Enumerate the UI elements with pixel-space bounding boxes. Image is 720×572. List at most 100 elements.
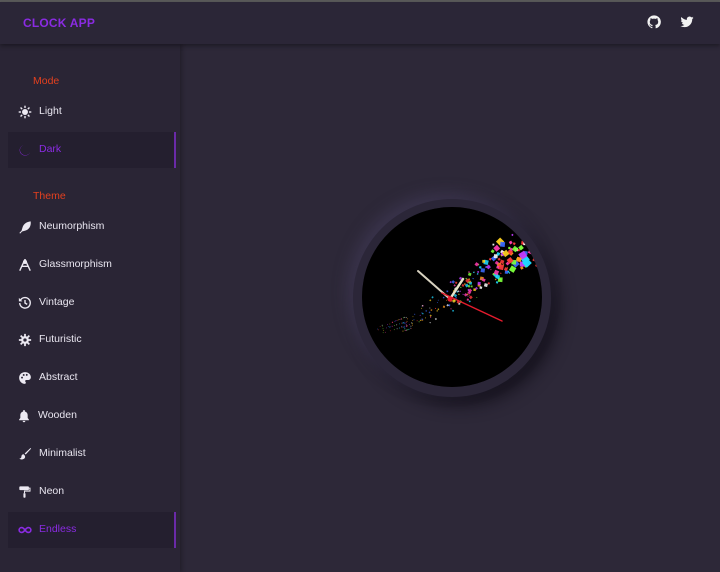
- particle: [399, 323, 400, 325]
- particle: [398, 327, 401, 329]
- particle: [429, 299, 432, 302]
- particle: [490, 249, 495, 254]
- particle: [470, 285, 473, 288]
- particle: [446, 304, 449, 307]
- twitter-icon[interactable]: [680, 15, 694, 29]
- particle: [468, 294, 470, 296]
- particle: [428, 311, 431, 314]
- infinity-icon: [18, 526, 32, 534]
- particle: [460, 286, 462, 289]
- particle: [442, 305, 446, 308]
- particle: [408, 328, 410, 331]
- app-title[interactable]: CLOCK APP: [23, 16, 95, 30]
- particle: [476, 296, 478, 299]
- particle: [382, 328, 384, 330]
- particle: [420, 307, 423, 309]
- sidebar-item-glassmorphism[interactable]: Glassmorphism: [8, 247, 176, 283]
- github-icon[interactable]: [647, 15, 661, 29]
- sidebar-item-label: Light: [39, 105, 62, 117]
- particle: [405, 316, 407, 319]
- particle: [391, 325, 393, 327]
- particle: [519, 266, 524, 270]
- particle: [519, 231, 521, 233]
- particle: [434, 307, 437, 310]
- sidebar-item-minimalist[interactable]: Minimalist: [8, 436, 176, 472]
- sidebar-item-neon[interactable]: Neon: [8, 474, 176, 510]
- particle: [424, 317, 427, 319]
- particle: [523, 241, 528, 246]
- particle: [429, 307, 431, 309]
- sidebar: Mode Light Dark Theme Neumorphism Glassm…: [0, 44, 180, 572]
- particle: [404, 322, 406, 325]
- particle: [414, 313, 416, 315]
- particle: [385, 327, 387, 329]
- particle: [394, 320, 396, 322]
- particle: [532, 258, 536, 262]
- sidebar-item-light[interactable]: Light: [8, 94, 176, 130]
- sidebar-item-neumorphism[interactable]: Neumorphism: [8, 209, 176, 245]
- particle: [393, 325, 395, 327]
- sidebar-item-vintage[interactable]: Vintage: [8, 285, 176, 321]
- particle: [388, 326, 390, 328]
- sidebar-item-abstract[interactable]: Abstract: [8, 360, 176, 396]
- bell-icon: [19, 410, 29, 423]
- particle: [419, 314, 421, 316]
- particle: [384, 331, 386, 333]
- sidebar-item-endless[interactable]: Endless: [8, 512, 176, 548]
- particle: [517, 249, 520, 252]
- sun-icon: [18, 105, 32, 119]
- particle: [401, 325, 403, 327]
- particle: [483, 283, 488, 288]
- clock-face: [362, 207, 542, 387]
- particle: [508, 272, 511, 274]
- particle: [406, 329, 409, 331]
- particle: [511, 233, 514, 237]
- particle: [389, 330, 391, 332]
- moon-icon: [19, 145, 31, 156]
- sidebar-item-futuristic[interactable]: Futuristic: [8, 322, 176, 358]
- particle: [410, 325, 412, 327]
- particle: [508, 240, 513, 245]
- particle: [429, 314, 432, 317]
- particle: [472, 277, 474, 280]
- particle: [468, 271, 470, 273]
- particle: [405, 329, 407, 331]
- particle: [416, 320, 418, 322]
- particle: [453, 284, 456, 287]
- sidebar-item-dark[interactable]: Dark: [8, 132, 176, 168]
- particle: [500, 272, 502, 275]
- particle: [480, 268, 486, 273]
- particle: [419, 319, 422, 322]
- particle: [377, 329, 379, 331]
- particle: [477, 271, 480, 273]
- palette-icon: [19, 372, 31, 384]
- particle: [446, 290, 449, 293]
- particle: [395, 319, 397, 322]
- sidebar-item-wooden[interactable]: Wooden: [8, 398, 176, 434]
- particle: [535, 261, 542, 269]
- particle: [457, 290, 460, 293]
- particle: [467, 272, 472, 277]
- particle: [516, 256, 522, 263]
- particle: [436, 302, 438, 303]
- particle: [425, 310, 428, 312]
- particle: [508, 246, 511, 250]
- particle: [442, 296, 445, 299]
- particle: [531, 249, 540, 259]
- particle-clock: [376, 227, 542, 334]
- particle: [387, 324, 388, 326]
- particle: [467, 295, 469, 297]
- sidebar-item-label: Dark: [39, 143, 62, 155]
- glass-icon: [19, 259, 31, 271]
- particle: [404, 325, 406, 327]
- particle: [466, 298, 469, 301]
- particle: [412, 319, 414, 322]
- particle: [486, 264, 491, 270]
- particle: [487, 282, 490, 285]
- particle: [382, 325, 384, 327]
- particle: [403, 326, 405, 328]
- particle: [474, 262, 479, 267]
- particle: [381, 324, 383, 326]
- particle: [513, 269, 515, 271]
- cog-icon: [18, 333, 32, 347]
